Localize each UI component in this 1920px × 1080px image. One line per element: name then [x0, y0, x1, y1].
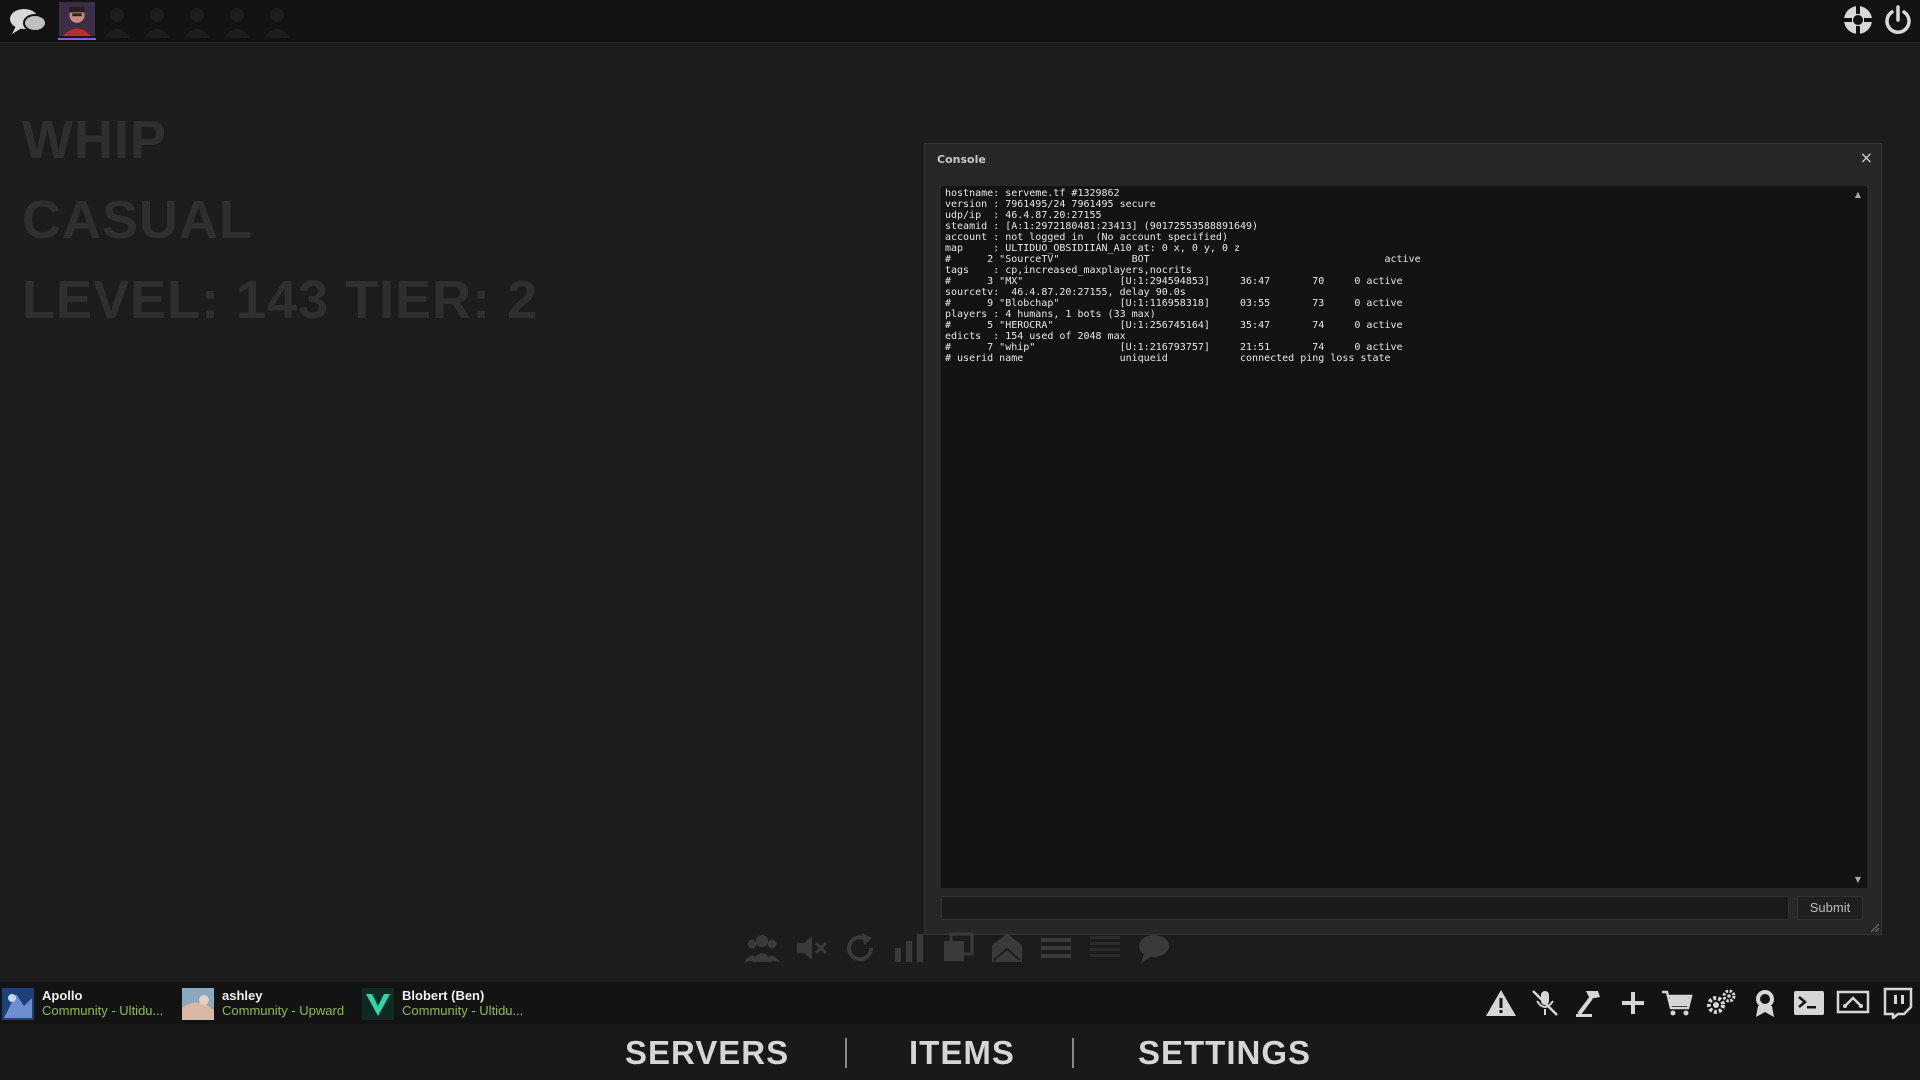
console-output-text: hostname: serveme.tf #1329862 version : … — [945, 188, 1421, 364]
friend-name: Apollo — [42, 988, 83, 1003]
screen-share-icon[interactable] — [1836, 987, 1870, 1019]
friend-status: Community - Ultidu... — [402, 1003, 524, 1018]
tab-items[interactable]: ITEMS — [909, 1034, 1015, 1072]
terminal-icon[interactable] — [1792, 987, 1826, 1019]
player-info: WHIP CASUAL LEVEL: 143 TIER: 2 — [22, 100, 538, 340]
power-icon[interactable] — [1882, 4, 1914, 36]
avatar[interactable] — [58, 2, 96, 40]
top-bar — [0, 0, 1920, 43]
tf2-logo-icon[interactable] — [1842, 4, 1874, 36]
friends-bar: Apollo Community - Ultidu... ashley Comm… — [0, 982, 1920, 1024]
friend-avatar — [182, 988, 214, 1020]
friend-status: Community - Upward — [222, 1003, 345, 1018]
nav-divider — [845, 1038, 847, 1068]
chat-icon[interactable] — [1136, 930, 1172, 966]
tab-servers[interactable]: SERVERS — [625, 1034, 789, 1072]
menu-icon[interactable] — [1038, 930, 1074, 966]
friend-item[interactable]: ashley Community - Upward — [182, 988, 344, 1020]
mute-icon[interactable] — [793, 930, 829, 966]
friend-avatar — [2, 988, 34, 1020]
friend-name: ashley — [222, 988, 263, 1003]
friend-item[interactable]: Apollo Community - Ultidu... — [2, 988, 163, 1020]
mic-muted-icon[interactable] — [1528, 987, 1562, 1019]
console-close-button[interactable]: × — [1860, 148, 1873, 167]
stats-icon[interactable] — [891, 930, 927, 966]
gears-icon[interactable] — [1704, 987, 1738, 1019]
main-toolbar — [744, 930, 1172, 966]
console-title: Console — [937, 153, 986, 166]
scroll-down-arrow-icon[interactable]: ▼ — [1855, 875, 1861, 884]
console-submit-button[interactable]: Submit — [1797, 896, 1863, 920]
warning-icon[interactable] — [1484, 987, 1518, 1019]
friend-name: Blobert (Ben) — [402, 988, 485, 1003]
reload-icon[interactable] — [842, 930, 878, 966]
friend-item[interactable]: Blobert (Ben) Community - Ultidu... — [362, 988, 523, 1020]
player-level-tier: LEVEL: 143 TIER: 2 — [22, 270, 539, 330]
list-icon[interactable] — [1087, 930, 1123, 966]
party-avatars — [58, 2, 298, 40]
cart-icon[interactable] — [1660, 987, 1694, 1019]
console-output[interactable]: hostname: serveme.tf #1329862 version : … — [941, 186, 1867, 888]
mail-icon[interactable] — [989, 930, 1025, 966]
empty-party-slot[interactable] — [258, 2, 296, 40]
party-icon[interactable] — [744, 930, 780, 966]
scroll-up-arrow-icon[interactable]: ▲ — [1855, 190, 1861, 199]
badge-icon[interactable] — [1748, 987, 1782, 1019]
hammer-icon[interactable] — [1572, 987, 1606, 1019]
empty-party-slot[interactable] — [98, 2, 136, 40]
friend-status: Community - Ultidu... — [42, 1003, 164, 1018]
windows-icon[interactable] — [940, 930, 976, 966]
tab-settings[interactable]: SETTINGS — [1138, 1034, 1311, 1072]
top-right-controls — [1842, 4, 1914, 36]
friend-avatar — [362, 988, 394, 1020]
empty-party-slot[interactable] — [218, 2, 256, 40]
empty-party-slot[interactable] — [138, 2, 176, 40]
empty-party-slot[interactable] — [178, 2, 216, 40]
chat-bubbles-icon[interactable] — [8, 6, 48, 36]
player-name: WHIP — [22, 110, 167, 170]
twitch-icon[interactable] — [1880, 987, 1914, 1019]
console-window: Console × hostname: serveme.tf #1329862 … — [924, 143, 1882, 935]
nav-divider — [1072, 1038, 1074, 1068]
resize-grip-icon[interactable] — [1869, 922, 1879, 932]
plus-icon[interactable] — [1616, 987, 1650, 1019]
player-mode: CASUAL — [22, 190, 253, 250]
console-command-input[interactable] — [941, 896, 1789, 920]
main-nav: SERVERS ITEMS SETTINGS — [0, 1024, 1920, 1080]
bottom-right-controls — [1484, 987, 1914, 1019]
